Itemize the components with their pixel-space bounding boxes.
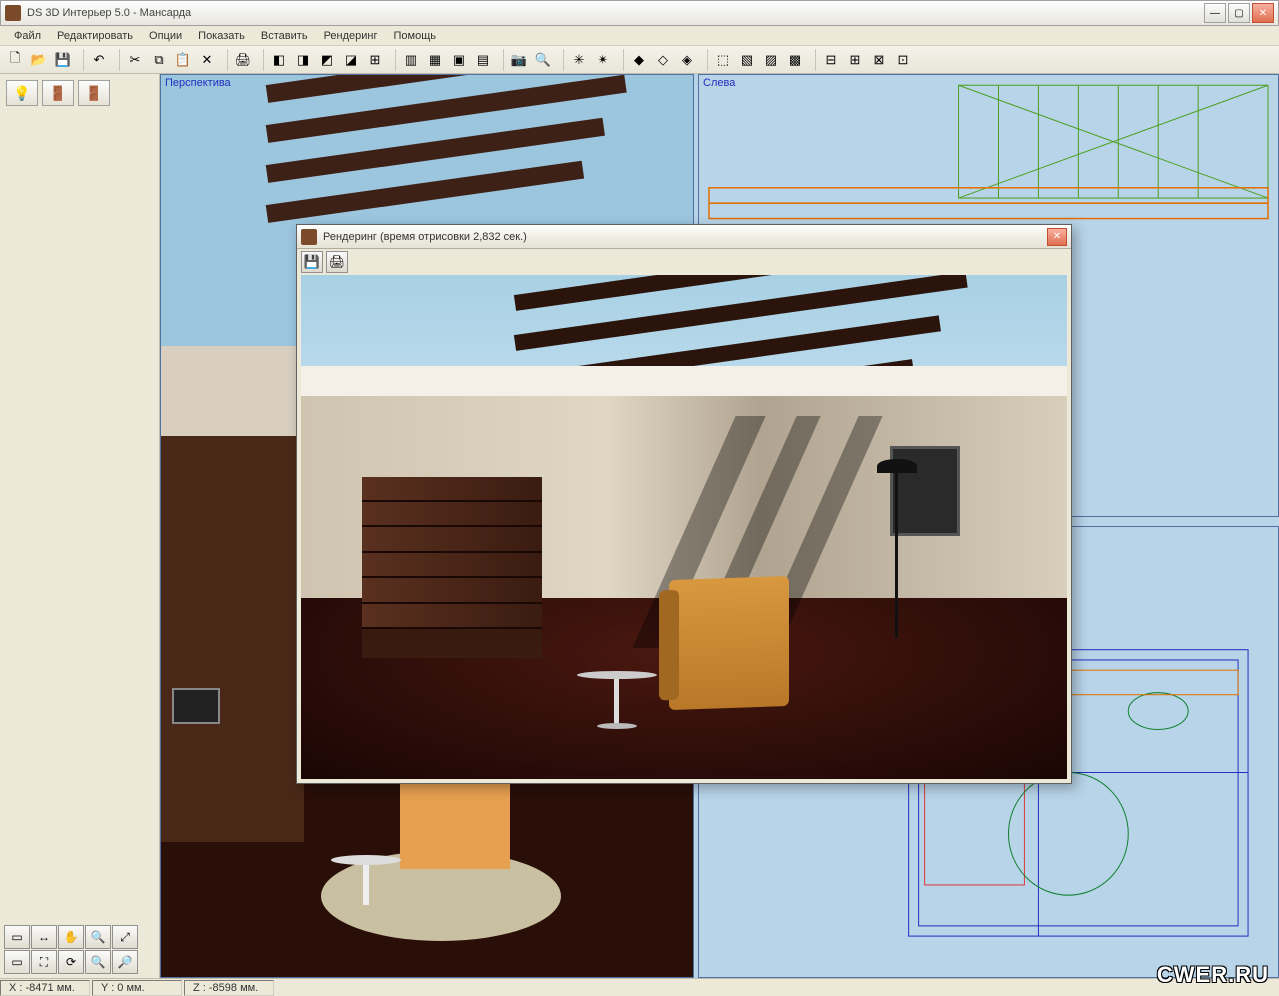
minimize-button[interactable]: — <box>1204 3 1226 23</box>
select-icon[interactable]: ▭ <box>4 925 30 949</box>
layout3-icon[interactable]: ▣ <box>448 49 470 71</box>
new-icon[interactable]: 🗋 <box>4 49 26 71</box>
status-x: X : -8471 мм. <box>0 980 90 996</box>
tool-c-icon[interactable]: ◩ <box>316 49 338 71</box>
zoom-extents-icon[interactable]: ⤢ <box>112 925 138 949</box>
save-icon[interactable]: 💾 <box>52 49 74 71</box>
render1-icon[interactable]: ✳ <box>568 49 590 71</box>
paste-icon[interactable]: 📋 <box>172 49 194 71</box>
undo-icon[interactable]: ↶ <box>88 49 110 71</box>
render-save-icon[interactable]: 💾 <box>301 251 323 273</box>
layout2-icon[interactable]: ▦ <box>424 49 446 71</box>
maximize-button[interactable]: ▢ <box>1228 3 1250 23</box>
pan-icon[interactable]: ↔ <box>31 925 57 949</box>
tool-b-icon[interactable]: ◨ <box>292 49 314 71</box>
titlebar: DS 3D Интерьер 5.0 - Мансарда — ▢ ✕ <box>0 0 1279 26</box>
print-icon[interactable]: 🖨 <box>232 49 254 71</box>
mat1-icon[interactable]: ◆ <box>628 49 650 71</box>
menu-view[interactable]: Показать <box>190 28 253 44</box>
cut-icon[interactable]: ✂ <box>124 49 146 71</box>
grid3-icon[interactable]: ⊠ <box>868 49 890 71</box>
fit-icon[interactable]: ⛶ <box>31 950 57 974</box>
zoom-icon[interactable]: 🔍 <box>85 925 111 949</box>
render-icon <box>301 229 317 245</box>
status-z: Z : -8598 мм. <box>184 980 274 996</box>
layout4-icon[interactable]: ▤ <box>472 49 494 71</box>
grid4-icon[interactable]: ⊡ <box>892 49 914 71</box>
rect-icon[interactable]: ▭ <box>4 950 30 974</box>
grid2-icon[interactable]: ⊞ <box>844 49 866 71</box>
render-toolbar: 💾 🖨 <box>297 249 1071 275</box>
menu-file[interactable]: Файл <box>6 28 49 44</box>
window-title: DS 3D Интерьер 5.0 - Мансарда <box>27 7 1204 19</box>
render-close-button[interactable]: ✕ <box>1047 228 1067 246</box>
render-image <box>301 275 1067 779</box>
render-dialog-titlebar[interactable]: Рендеринг (время отрисовки 2,832 сек.) ✕ <box>297 225 1071 249</box>
mat7-icon[interactable]: ▩ <box>784 49 806 71</box>
mat3-icon[interactable]: ◈ <box>676 49 698 71</box>
perspective-label: Перспектива <box>165 77 231 89</box>
copy-icon[interactable]: ⧉ <box>148 49 170 71</box>
light-tool-icon[interactable]: 💡 <box>6 80 38 106</box>
menu-render[interactable]: Рендеринг <box>316 28 386 44</box>
watermark: CWER.RU <box>1157 962 1269 988</box>
menu-edit[interactable]: Редактировать <box>49 28 141 44</box>
tool-d-icon[interactable]: ◪ <box>340 49 362 71</box>
door-right-icon[interactable]: 🚪 <box>78 80 110 106</box>
close-button[interactable]: ✕ <box>1252 3 1274 23</box>
delete-icon[interactable]: ✕ <box>196 49 218 71</box>
mat6-icon[interactable]: ▨ <box>760 49 782 71</box>
mat4-icon[interactable]: ⬚ <box>712 49 734 71</box>
zoom-in-icon[interactable]: 🔍 <box>85 950 111 974</box>
rotate-icon[interactable]: ⟳ <box>58 950 84 974</box>
camera-icon[interactable]: 📷 <box>508 49 530 71</box>
hand-icon[interactable]: ✋ <box>58 925 84 949</box>
search-icon[interactable]: 🔍 <box>532 49 554 71</box>
tool-a-icon[interactable]: ◧ <box>268 49 290 71</box>
render-dialog-title: Рендеринг (время отрисовки 2,832 сек.) <box>323 231 1047 243</box>
grid1-icon[interactable]: ⊟ <box>820 49 842 71</box>
open-icon[interactable]: 📂 <box>28 49 50 71</box>
sidebar: 💡 🚪 🚪 <box>0 74 160 978</box>
zoom-out-icon[interactable]: 🔎 <box>112 950 138 974</box>
statusbar: X : -8471 мм. Y : 0 мм. Z : -8598 мм. <box>0 978 1279 996</box>
door-left-icon[interactable]: 🚪 <box>42 80 74 106</box>
nav-tools: ▭ ↔ ✋ 🔍 ⤢ ▭ ⛶ ⟳ 🔍 🔎 <box>4 925 138 974</box>
tool-e-icon[interactable]: ⊞ <box>364 49 386 71</box>
menu-options[interactable]: Опции <box>141 28 190 44</box>
render2-icon[interactable]: ✴ <box>592 49 614 71</box>
status-y: Y : 0 мм. <box>92 980 182 996</box>
main-toolbar: 🗋 📂 💾 ↶ ✂ ⧉ 📋 ✕ 🖨 ◧ ◨ ◩ ◪ ⊞ ▥ ▦ ▣ ▤ 📷 🔍 … <box>0 46 1279 74</box>
mat2-icon[interactable]: ◇ <box>652 49 674 71</box>
render-print-icon[interactable]: 🖨 <box>326 251 348 273</box>
menu-insert[interactable]: Вставить <box>253 28 316 44</box>
menu-help[interactable]: Помощь <box>386 28 445 44</box>
layout1-icon[interactable]: ▥ <box>400 49 422 71</box>
app-icon <box>5 5 21 21</box>
left-label: Слева <box>703 77 735 89</box>
mat5-icon[interactable]: ▧ <box>736 49 758 71</box>
menubar: Файл Редактировать Опции Показать Встави… <box>0 26 1279 46</box>
render-dialog: Рендеринг (время отрисовки 2,832 сек.) ✕… <box>296 224 1072 784</box>
